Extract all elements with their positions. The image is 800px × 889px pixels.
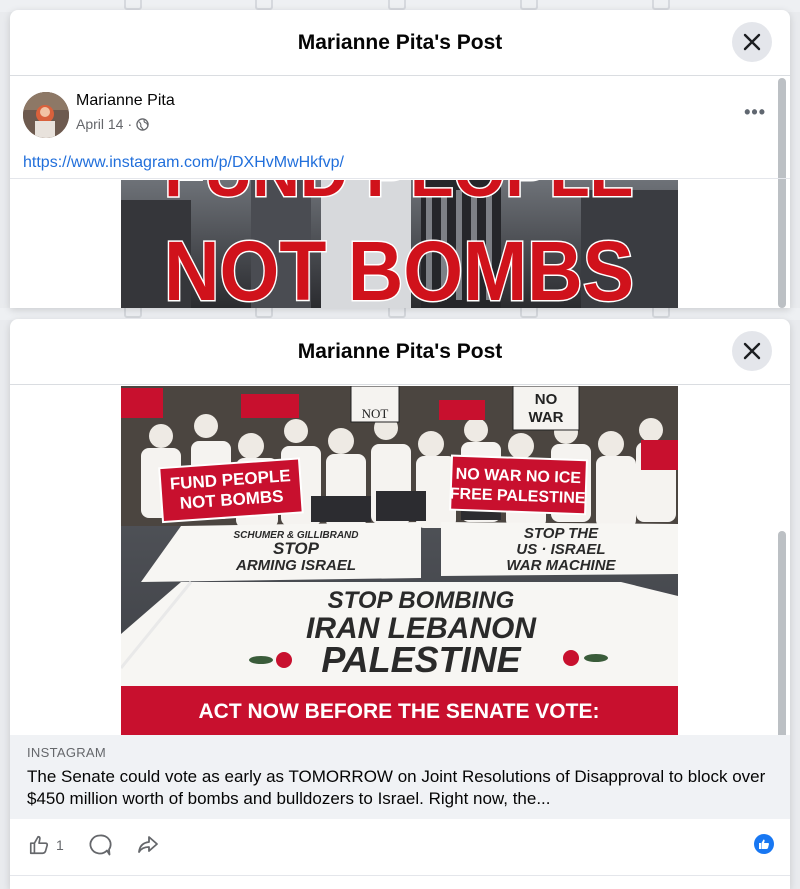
post-link[interactable]: https://www.instagram.com/p/DXHvMwHkfvp/ xyxy=(23,154,344,172)
post-photo[interactable]: NOT NO WAR FUND PEOPLE NOT BOMBS NO WAR … xyxy=(121,386,678,735)
post-image-top[interactable]: FUND PEOPLE NOT BOMBS xyxy=(121,180,678,308)
sign-war: WAR xyxy=(529,409,564,426)
thumbs-up-icon xyxy=(29,835,49,855)
ground-left-line2: STOP xyxy=(273,539,320,558)
avatar[interactable] xyxy=(23,92,69,138)
link-preview[interactable]: INSTAGRAM The Senate could vote as early… xyxy=(10,735,790,819)
close-button[interactable] xyxy=(732,22,772,62)
close-icon xyxy=(743,33,761,51)
post-modal-bottom: Marianne Pita's Post NOT NO WAR FUND PEO… xyxy=(10,319,790,889)
red-bar-text: ACT NOW BEFORE THE SENATE VOTE: xyxy=(199,700,600,723)
modal-header: Marianne Pita's Post xyxy=(10,10,790,76)
main-banner-line3: PALESTINE xyxy=(321,639,521,680)
like-count: 1 xyxy=(56,837,64,853)
comment-icon xyxy=(89,834,112,856)
comment-button[interactable] xyxy=(88,833,112,857)
share-button[interactable] xyxy=(136,833,160,857)
post-date[interactable]: April 14 xyxy=(76,116,123,132)
like-button[interactable]: 1 xyxy=(28,834,64,856)
modal-header: Marianne Pita's Post xyxy=(10,319,790,385)
close-icon xyxy=(743,342,761,360)
globe-icon xyxy=(136,117,149,131)
like-reaction-icon[interactable] xyxy=(754,834,774,854)
meta-separator: · xyxy=(127,116,133,132)
author-name[interactable]: Marianne Pita xyxy=(76,92,175,110)
ground-right-line1: STOP THE xyxy=(524,525,599,542)
ground-right-line2: US · ISRAEL xyxy=(516,541,605,558)
ground-right-line3: WAR MACHINE xyxy=(506,557,616,574)
divider xyxy=(10,178,790,179)
ground-left-line3: ARMING ISRAEL xyxy=(235,557,356,574)
post-meta: April 14 · xyxy=(76,116,149,132)
post-modal-top: Marianne Pita's Post Marianne Pita April… xyxy=(10,10,790,308)
close-button[interactable] xyxy=(732,331,772,371)
modal-title: Marianne Pita's Post xyxy=(297,30,503,54)
action-bar: 1 xyxy=(10,819,790,871)
preview-source: INSTAGRAM xyxy=(27,745,107,760)
scrollbar[interactable] xyxy=(778,531,786,759)
preview-text: The Senate could vote as early as TOMORR… xyxy=(27,767,766,808)
main-banner-line1: STOP BOMBING xyxy=(328,587,515,614)
share-icon xyxy=(137,836,158,853)
hero-text-line1: FUND PEOPLE xyxy=(164,180,633,210)
modal-title: Marianne Pita's Post xyxy=(297,339,503,363)
sign-no: NO xyxy=(535,391,558,408)
divider xyxy=(10,875,790,876)
hero-text-line2: NOT BOMBS xyxy=(164,224,634,308)
sign-not: NOT xyxy=(362,406,389,421)
more-options-icon[interactable]: ••• xyxy=(744,102,766,123)
